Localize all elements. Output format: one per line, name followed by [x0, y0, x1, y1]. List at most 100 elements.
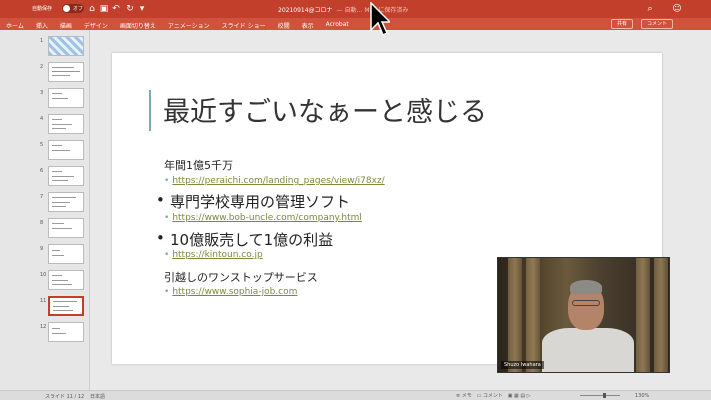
thumb-preview — [48, 244, 84, 264]
normal-view-icon[interactable]: ▣ — [508, 393, 513, 399]
thumbnail-10[interactable]: 10 — [0, 270, 90, 294]
thumbnail-9[interactable]: 9 — [0, 244, 90, 268]
mouse-cursor-icon — [370, 2, 390, 37]
thumb-number: 6 — [40, 168, 44, 174]
thumbnail-11[interactable]: 11 — [0, 296, 90, 320]
item-2-link[interactable]: • https://www.bob-uncle.com/company.html — [164, 213, 362, 223]
item-1-link[interactable]: • https://peraichi.com/landing_pages/view… — [164, 176, 385, 186]
comments-icon[interactable]: ▭ — [477, 393, 482, 399]
thumb-preview — [48, 36, 84, 56]
comments-button[interactable]: コメント — [483, 393, 503, 399]
curtain — [508, 258, 522, 372]
item-3-text[interactable]: 10億販売して1億の利益 — [170, 229, 333, 250]
zoom-level[interactable]: 130% — [635, 393, 649, 399]
redo-icon[interactable]: ↻ — [125, 4, 135, 14]
thumbnail-7[interactable]: 7 — [0, 192, 90, 216]
thumbnail-6[interactable]: 6 — [0, 166, 90, 190]
thumb-number: 4 — [40, 116, 44, 122]
thumb-number: 1 — [40, 38, 44, 44]
webcam-video[interactable]: Shuzo Iwahara — [497, 257, 670, 373]
tab-home[interactable]: ホーム — [0, 18, 30, 30]
thumb-number: 5 — [40, 142, 44, 148]
slide-thumbnail-pane[interactable]: 1 2 3 4 5 6 7 8 9 10 11 12 — [0, 30, 90, 390]
undo-icon[interactable]: ↶ — [111, 4, 121, 14]
bullet-icon: • — [156, 191, 165, 209]
participant-name: Shuzo Iwahara — [501, 361, 544, 369]
thumb-number: 2 — [40, 64, 44, 70]
slideshow-view-icon[interactable]: ▷ — [527, 393, 531, 399]
home-icon[interactable]: ⌂ — [87, 4, 97, 14]
person-shirt — [542, 328, 634, 372]
person-glasses — [572, 300, 600, 306]
item-2-text[interactable]: 専門学校専用の管理ソフト — [170, 191, 350, 212]
share-button[interactable]: 共有 — [611, 19, 634, 29]
title-bar: 自動保存 オフ ⌂ ▣ ↶ ↻ ▾ 20210914@コロナ— 自動… Mac … — [0, 0, 711, 18]
thumb-number: 7 — [40, 194, 44, 200]
item-4-text[interactable]: 引越しのワンストップサービス — [164, 269, 318, 285]
thumbnail-3[interactable]: 3 — [0, 88, 90, 112]
language-indicator[interactable]: 日本語 — [90, 393, 105, 400]
item-1-text[interactable]: 年間1億5千万 — [164, 157, 233, 173]
tab-review[interactable]: 校閲 — [272, 18, 296, 30]
thumb-preview — [48, 192, 84, 212]
item-3-link[interactable]: • https://kintoun.co.jp — [164, 250, 263, 260]
sorter-view-icon[interactable]: ▦ — [514, 393, 519, 399]
zoom-slider-knob[interactable] — [603, 393, 606, 398]
curtain — [526, 258, 540, 372]
link-text[interactable]: https://www.bob-uncle.com/company.html — [172, 213, 362, 223]
tab-insert[interactable]: 挿入 — [30, 18, 54, 30]
item-4-link[interactable]: • https://www.sophia-job.com — [164, 287, 297, 297]
thumb-number: 9 — [40, 246, 44, 252]
title-accent-bar — [149, 90, 151, 131]
thumbnail-5[interactable]: 5 — [0, 140, 90, 164]
slide-counter: スライド 11 / 12 — [45, 394, 85, 400]
zoom-slider[interactable] — [580, 395, 620, 396]
thumbnail-2[interactable]: 2 — [0, 62, 90, 86]
curtain — [654, 258, 668, 372]
tab-animations[interactable]: アニメーション — [162, 18, 216, 30]
thumb-preview — [48, 114, 84, 134]
tab-draw[interactable]: 描画 — [54, 18, 78, 30]
status-bar: スライド 11 / 12 日本語 ≡ メモ ▭ コメント ▣ ▦ ▤ ▷ 130… — [0, 390, 711, 400]
more-icon[interactable]: ▾ — [137, 4, 147, 14]
tab-transitions[interactable]: 画面切り替え — [114, 18, 162, 30]
link-text[interactable]: https://www.sophia-job.com — [172, 287, 297, 297]
thumb-preview — [48, 166, 84, 186]
account-icon[interactable]: ☺ — [672, 4, 682, 14]
link-text[interactable]: https://kintoun.co.jp — [172, 250, 262, 260]
thumb-preview — [48, 218, 84, 238]
tab-slideshow[interactable]: スライド ショー — [216, 18, 272, 30]
save-icon[interactable]: ▣ — [99, 4, 109, 14]
thumbnail-1[interactable]: 1 — [0, 36, 90, 60]
toggle-state: オフ — [73, 6, 84, 12]
thumb-number: 10 — [40, 272, 47, 278]
thumbnail-4[interactable]: 4 — [0, 114, 90, 138]
thumb-number: 3 — [40, 90, 44, 96]
comment-button[interactable]: コメント — [641, 19, 674, 29]
thumb-preview — [48, 88, 84, 108]
tab-acrobat[interactable]: Acrobat — [320, 18, 355, 30]
thumb-number: 11 — [40, 298, 47, 304]
search-icon[interactable]: ⌕ — [645, 4, 655, 14]
thumb-preview — [48, 140, 84, 160]
thumbnail-12[interactable]: 12 — [0, 322, 90, 346]
slide-title[interactable]: 最近すごいなぁーと感じる — [163, 90, 487, 129]
thumb-number: 8 — [40, 220, 44, 226]
thumb-preview — [48, 62, 84, 82]
link-text[interactable]: https://peraichi.com/landing_pages/view/… — [172, 176, 384, 186]
tab-view[interactable]: 表示 — [296, 18, 320, 30]
toggle-knob — [63, 5, 70, 12]
tab-design[interactable]: デザイン — [78, 18, 114, 30]
status-right: ≡ メモ ▭ コメント ▣ ▦ ▤ ▷ — [456, 392, 531, 399]
autosave-toggle[interactable]: オフ — [62, 4, 84, 13]
reading-view-icon[interactable]: ▤ — [520, 393, 525, 399]
autosave-label: 自動保存 — [32, 6, 53, 12]
ribbon-tabs: ホーム 挿入 描画 デザイン 画面切り替え アニメーション スライド ショー 校… — [0, 18, 355, 30]
thumb-preview-selected — [48, 296, 84, 316]
notes-button[interactable]: メモ — [462, 393, 472, 399]
thumb-preview — [48, 322, 84, 342]
thumb-number: 12 — [40, 324, 47, 330]
thumbnail-8[interactable]: 8 — [0, 218, 90, 242]
notes-icon[interactable]: ≡ — [456, 393, 460, 399]
bullet-icon: • — [156, 229, 165, 247]
